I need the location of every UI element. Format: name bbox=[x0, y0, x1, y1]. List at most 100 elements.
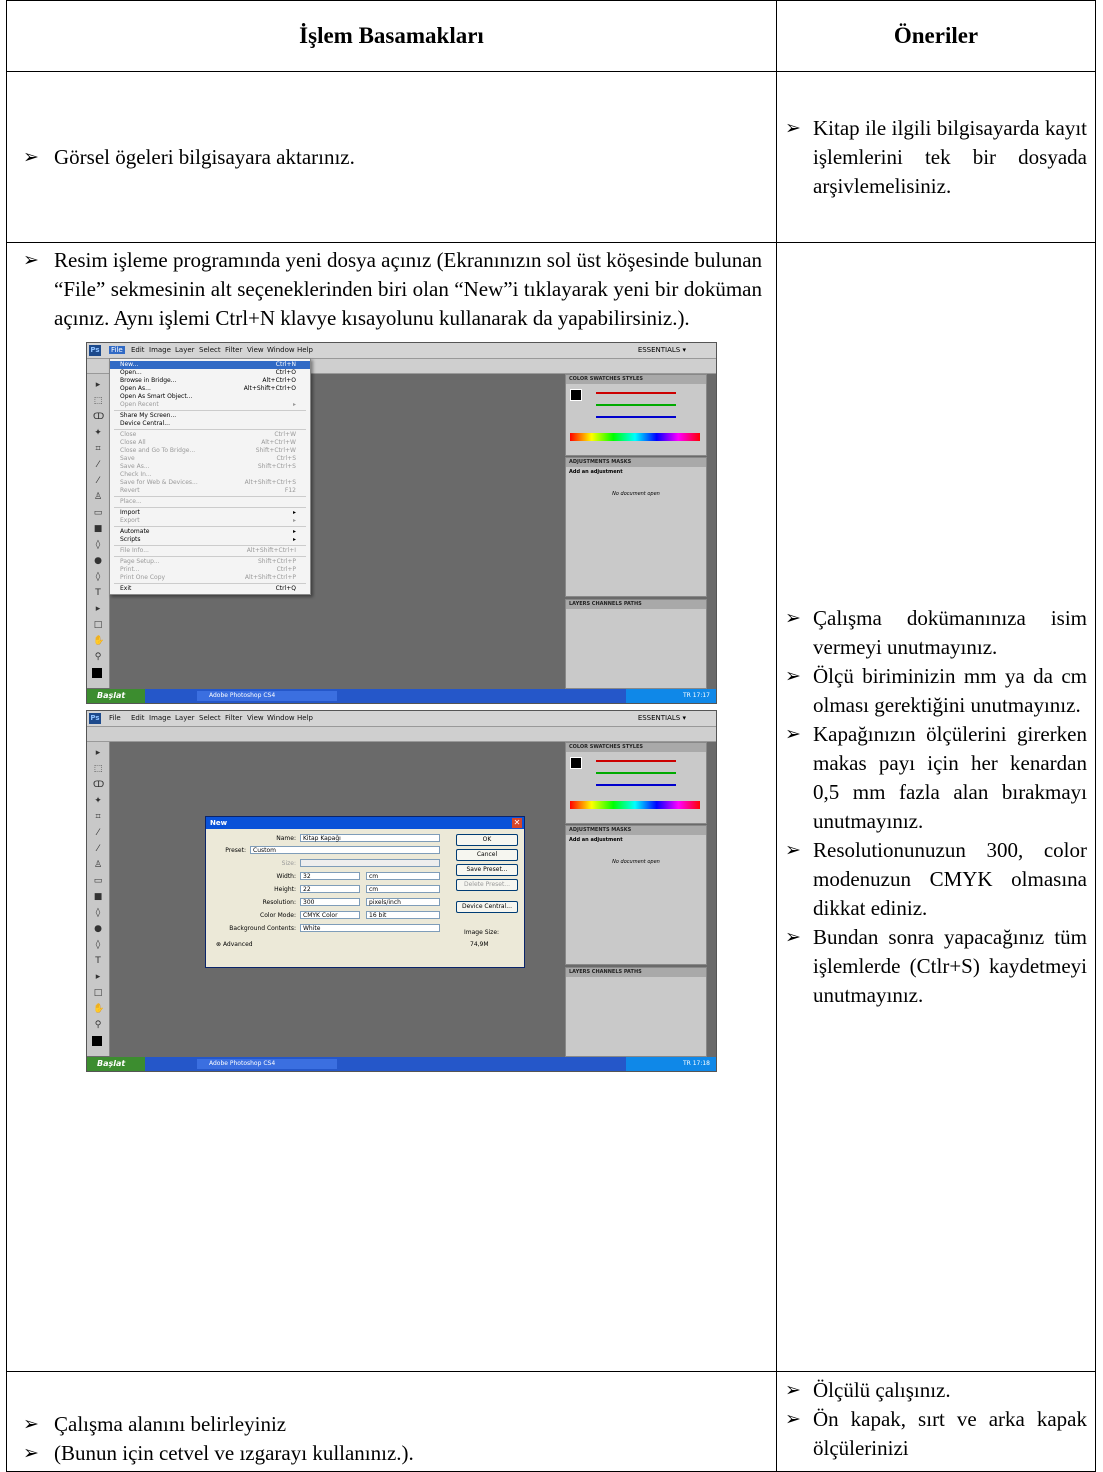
resolution-field[interactable]: 300 bbox=[300, 898, 360, 906]
delete-preset-button[interactable]: Delete Preset... bbox=[456, 879, 518, 891]
taskbar-photoshop-button[interactable]: Adobe Photoshop CS4 bbox=[197, 1059, 337, 1069]
red-slider[interactable] bbox=[596, 760, 676, 762]
crop-tool-icon[interactable]: ⌗ bbox=[93, 812, 103, 822]
pen-tool-icon[interactable]: ◊ bbox=[93, 572, 103, 582]
height-unit-select[interactable]: cm bbox=[366, 885, 440, 893]
menu-view[interactable]: View bbox=[247, 714, 264, 722]
start-button[interactable]: Başlat bbox=[87, 689, 145, 703]
hand-tool-icon[interactable]: ✋ bbox=[93, 636, 104, 646]
file-menu-item[interactable]: Revert F12 bbox=[110, 487, 310, 495]
foreground-color-swatch[interactable] bbox=[92, 1036, 102, 1046]
color-mode-select[interactable]: CMYK Color bbox=[300, 911, 360, 919]
adjustments-panel-tabs[interactable]: ADJUSTMENTS MASKS bbox=[566, 826, 706, 835]
file-menu-item[interactable]: Browse in Bridge... Alt+Ctrl+O bbox=[110, 377, 310, 385]
layers-panel-tabs[interactable]: LAYERS CHANNELS PATHS bbox=[566, 968, 706, 977]
menu-help[interactable]: Help bbox=[297, 346, 313, 354]
blur-tool-icon[interactable]: ◊ bbox=[93, 908, 103, 918]
menu-edit[interactable]: Edit bbox=[131, 346, 145, 354]
path-select-tool-icon[interactable]: ▸ bbox=[93, 604, 103, 614]
menu-select[interactable]: Select bbox=[199, 714, 221, 722]
workspace-switcher[interactable]: ESSENTIALS ▾ bbox=[638, 346, 686, 354]
cancel-button[interactable]: Cancel bbox=[456, 849, 518, 861]
fg-swatch[interactable] bbox=[570, 389, 582, 401]
file-menu-item[interactable]: Page Setup... Shift+Ctrl+P bbox=[110, 558, 310, 566]
green-slider[interactable] bbox=[596, 772, 676, 774]
file-menu-item[interactable]: Open As Smart Object... bbox=[110, 393, 310, 401]
file-menu-item[interactable]: Scripts ▸ bbox=[110, 536, 310, 544]
height-field[interactable]: 22 bbox=[300, 885, 360, 893]
file-menu-item[interactable]: Export ▸ bbox=[110, 517, 310, 525]
file-menu-item[interactable]: Save As... Shift+Ctrl+S bbox=[110, 463, 310, 471]
fg-swatch[interactable] bbox=[570, 757, 582, 769]
size-select[interactable] bbox=[300, 859, 440, 867]
menu-window[interactable]: Window bbox=[267, 714, 295, 722]
gradient-tool-icon[interactable]: ■ bbox=[93, 892, 103, 902]
stamp-tool-icon[interactable]: ♙ bbox=[93, 492, 103, 502]
file-menu-item[interactable]: Device Central... bbox=[110, 420, 310, 428]
red-slider[interactable] bbox=[596, 392, 676, 394]
width-field[interactable]: 32 bbox=[300, 872, 360, 880]
foreground-color-swatch[interactable] bbox=[92, 668, 102, 678]
name-field[interactable]: Kitap Kapağı bbox=[300, 834, 440, 842]
lasso-tool-icon[interactable]: ↀ bbox=[93, 412, 104, 422]
shape-tool-icon[interactable]: □ bbox=[93, 988, 103, 998]
file-menu-item[interactable]: Print... Ctrl+P bbox=[110, 566, 310, 574]
file-menu-item[interactable]: Import ▸ bbox=[110, 509, 310, 517]
blur-tool-icon[interactable]: ◊ bbox=[93, 540, 103, 550]
file-menu-item[interactable]: New... Ctrl+N bbox=[110, 361, 310, 369]
eyedropper-tool-icon[interactable]: ⁄ bbox=[93, 460, 103, 470]
layers-panel-tabs[interactable]: LAYERS CHANNELS PATHS bbox=[566, 600, 706, 609]
color-panel-tabs[interactable]: COLOR SWATCHES STYLES bbox=[566, 743, 706, 752]
type-tool-icon[interactable]: T bbox=[93, 956, 103, 966]
lasso-tool-icon[interactable]: ↀ bbox=[93, 780, 104, 790]
file-menu-item[interactable]: File Info... Alt+Shift+Ctrl+I bbox=[110, 547, 310, 555]
file-menu-item[interactable]: Automate ▸ bbox=[110, 528, 310, 536]
menu-view[interactable]: View bbox=[247, 346, 264, 354]
save-preset-button[interactable]: Save Preset... bbox=[456, 864, 518, 876]
taskbar-photoshop-button[interactable]: Adobe Photoshop CS4 bbox=[197, 691, 337, 701]
stamp-tool-icon[interactable]: ♙ bbox=[93, 860, 103, 870]
menu-layer[interactable]: Layer bbox=[175, 346, 195, 354]
pen-tool-icon[interactable]: ◊ bbox=[93, 940, 103, 950]
menu-help[interactable]: Help bbox=[297, 714, 313, 722]
file-menu-item[interactable]: Close Ctrl+W bbox=[110, 431, 310, 439]
file-menu-item[interactable]: Save Ctrl+S bbox=[110, 455, 310, 463]
preset-select[interactable]: Custom bbox=[250, 846, 440, 854]
background-select[interactable]: White bbox=[300, 924, 440, 932]
start-button[interactable]: Başlat bbox=[87, 1057, 145, 1071]
green-slider[interactable] bbox=[596, 404, 676, 406]
color-ramp[interactable] bbox=[570, 801, 700, 809]
menu-filter[interactable]: Filter bbox=[225, 346, 242, 354]
type-tool-icon[interactable]: T bbox=[93, 588, 103, 598]
move-tool-icon[interactable]: ▸ bbox=[93, 748, 103, 758]
workspace-switcher[interactable]: ESSENTIALS ▾ bbox=[638, 714, 686, 722]
menu-file[interactable]: File bbox=[109, 714, 121, 722]
shape-tool-icon[interactable]: □ bbox=[93, 620, 103, 630]
eraser-tool-icon[interactable]: ▭ bbox=[93, 508, 103, 518]
eraser-tool-icon[interactable]: ▭ bbox=[93, 876, 103, 886]
menu-edit[interactable]: Edit bbox=[131, 714, 145, 722]
menu-layer[interactable]: Layer bbox=[175, 714, 195, 722]
file-menu-item[interactable]: Place... bbox=[110, 498, 310, 506]
advanced-toggle[interactable]: ⊗ Advanced bbox=[216, 941, 253, 948]
menu-file[interactable]: File bbox=[109, 346, 125, 354]
menu-window[interactable]: Window bbox=[267, 346, 295, 354]
file-menu-item[interactable]: Save for Web & Devices... Alt+Shift+Ctrl+… bbox=[110, 479, 310, 487]
menu-filter[interactable]: Filter bbox=[225, 714, 242, 722]
gradient-tool-icon[interactable]: ■ bbox=[93, 524, 103, 534]
file-menu-item[interactable]: Print One Copy Alt+Shift+Ctrl+P bbox=[110, 574, 310, 582]
menu-image[interactable]: Image bbox=[149, 714, 171, 722]
adjustments-panel-tabs[interactable]: ADJUSTMENTS MASKS bbox=[566, 458, 706, 467]
file-menu-item[interactable]: Check In... bbox=[110, 471, 310, 479]
color-ramp[interactable] bbox=[570, 433, 700, 441]
crop-tool-icon[interactable]: ⌗ bbox=[93, 444, 103, 454]
file-menu-item[interactable]: Share My Screen... bbox=[110, 412, 310, 420]
wand-tool-icon[interactable]: ✦ bbox=[93, 428, 103, 438]
move-tool-icon[interactable]: ▸ bbox=[93, 380, 103, 390]
zoom-tool-icon[interactable]: ⚲ bbox=[93, 1020, 103, 1030]
file-menu-item[interactable]: Close and Go To Bridge... Shift+Ctrl+W bbox=[110, 447, 310, 455]
blue-slider[interactable] bbox=[596, 416, 676, 418]
file-menu-item[interactable]: Open As... Alt+Shift+Ctrl+O bbox=[110, 385, 310, 393]
hand-tool-icon[interactable]: ✋ bbox=[93, 1004, 104, 1014]
menu-select[interactable]: Select bbox=[199, 346, 221, 354]
